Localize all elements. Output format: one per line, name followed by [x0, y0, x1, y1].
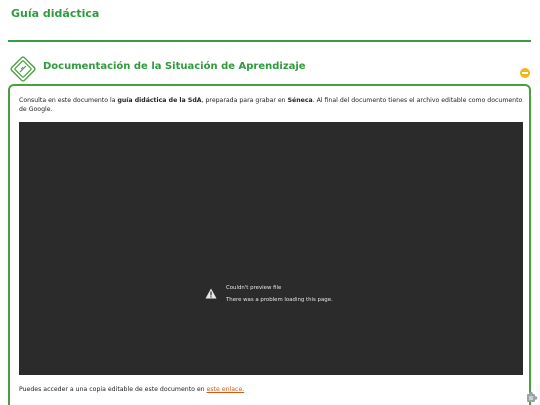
content-card: Consulta en este documento la guía didác… [8, 84, 531, 405]
collapse-minus-icon[interactable] [520, 68, 530, 78]
intro-text: Consulta en este documento la guía didác… [19, 96, 524, 114]
puzzle-piece-icon[interactable] [526, 391, 538, 403]
section-header[interactable]: Documentación de la Situación de Aprendi… [8, 55, 531, 85]
intro-bold-seneca: Séneca [287, 97, 313, 104]
editable-copy-link[interactable]: este enlace. [207, 386, 245, 393]
intro-part: , preparada para grabar en [201, 97, 288, 104]
title-divider [8, 40, 531, 42]
preview-error-title: Couldn't preview file [226, 285, 282, 291]
warning-triangle-icon [205, 288, 217, 299]
document-preview-frame[interactable]: Couldn't preview file There was a proble… [19, 122, 523, 375]
intro-part: Consulta en este documento la [19, 97, 118, 104]
page-title: Guía didáctica [11, 7, 100, 20]
section-title: Documentación de la Situación de Aprendi… [43, 61, 306, 72]
document-diamond-icon [10, 56, 36, 82]
footer-label: Puedes acceder a una copia editable de e… [19, 386, 207, 393]
footer-text: Puedes acceder a una copia editable de e… [19, 386, 244, 393]
intro-bold-guide: guía didáctica de la SdA [117, 97, 202, 104]
preview-error-message: There was a problem loading this page. [226, 297, 333, 303]
page: Guía didáctica Documentación de la Situa… [0, 0, 540, 405]
